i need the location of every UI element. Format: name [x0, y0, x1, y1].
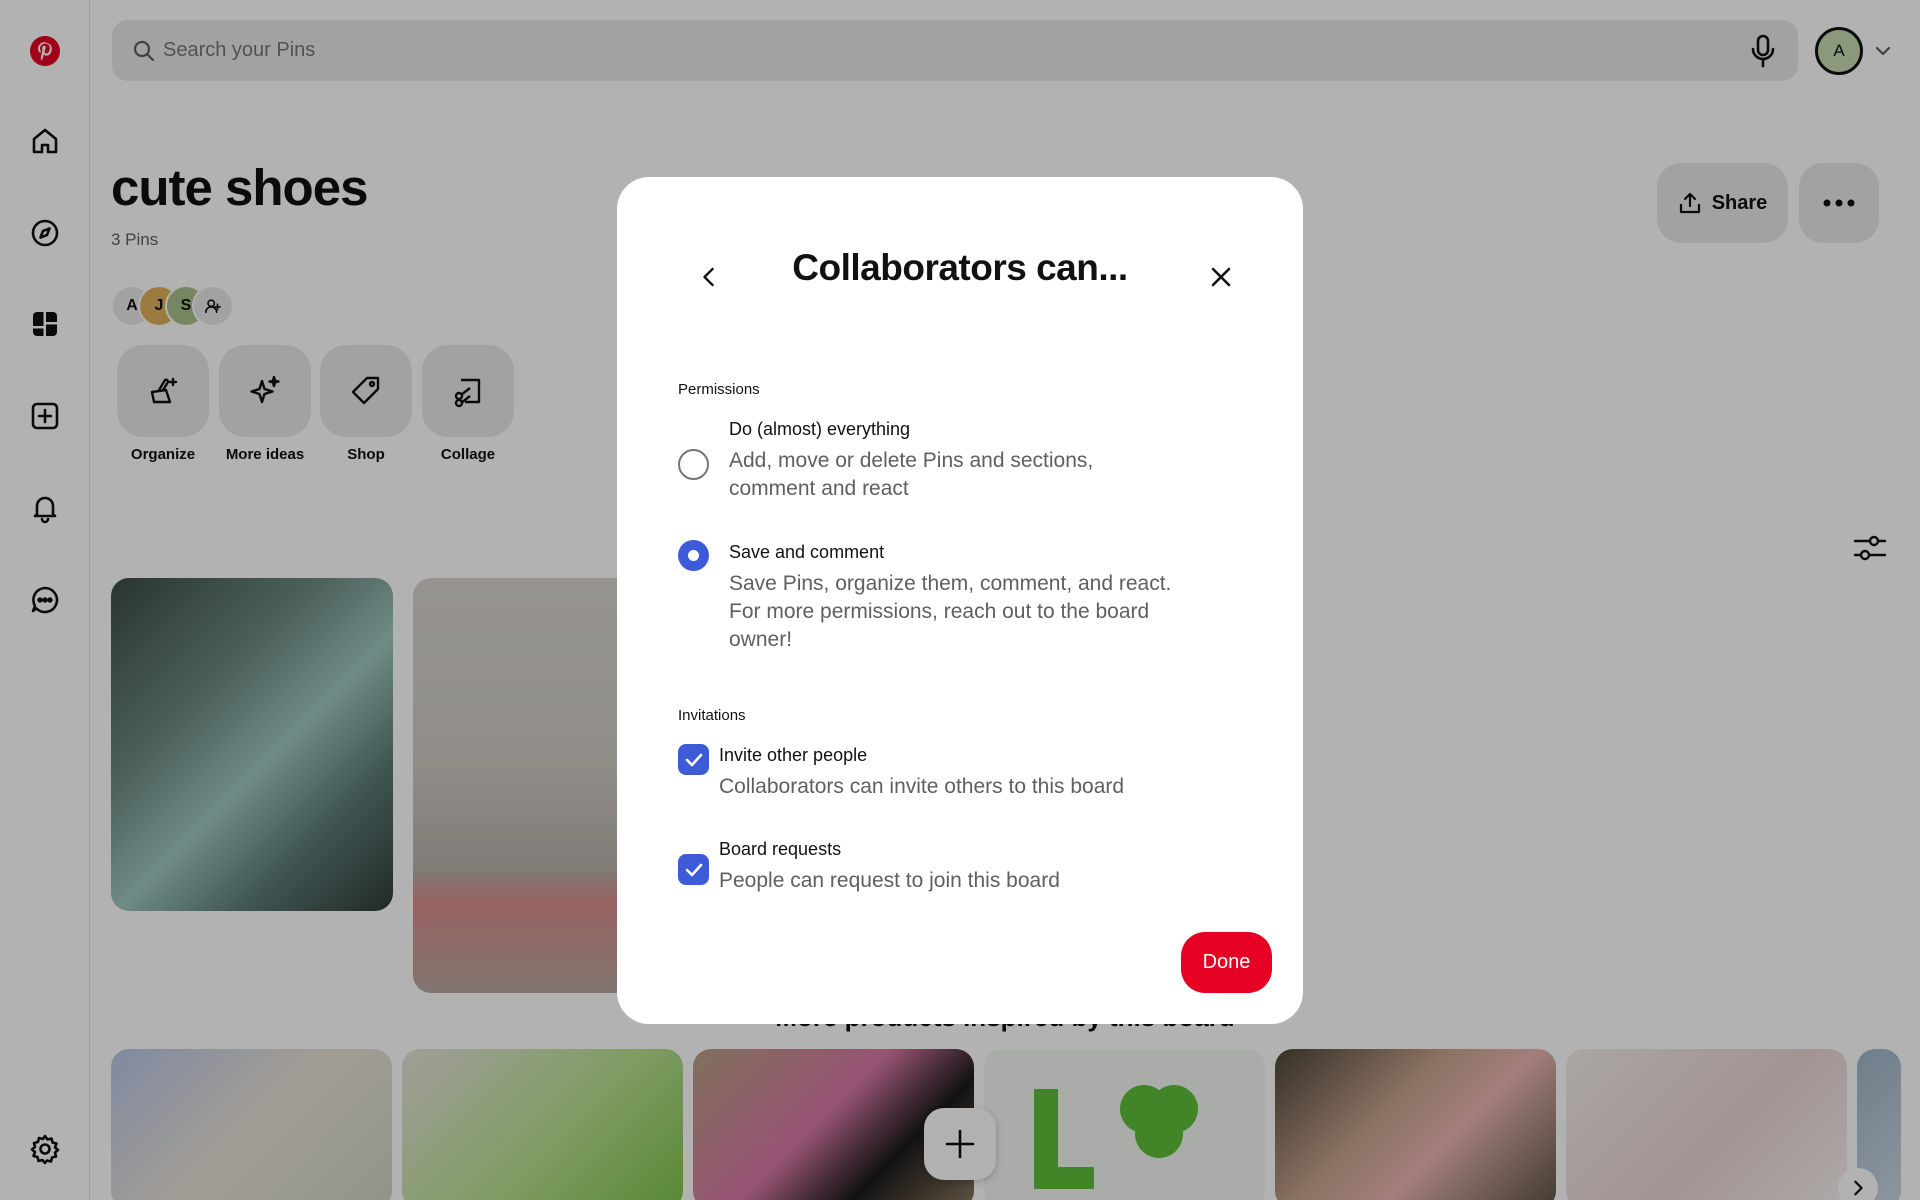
permission-radio-save-comment[interactable]: [678, 540, 709, 571]
invitation-option-title: Invite other people: [719, 745, 868, 765]
invitation-option-desc: People can request to join this board: [719, 869, 1060, 892]
close-button[interactable]: [1201, 257, 1241, 297]
invitations-heading: Invitations: [678, 707, 746, 724]
permission-option-title: Do (almost) everything: [729, 419, 911, 439]
collaborator-permissions-modal: Collaborators can... Permissions Do (alm…: [617, 177, 1303, 1024]
permission-option-title: Save and comment: [729, 542, 885, 562]
permission-radio-everything[interactable]: [678, 449, 709, 480]
permission-option-desc: Add, move or delete Pins and sections,: [729, 449, 1094, 472]
board-requests-checkbox[interactable]: [678, 854, 709, 885]
invite-others-checkbox[interactable]: [678, 744, 709, 775]
permission-option-desc: comment and react: [729, 477, 909, 500]
permissions-heading: Permissions: [678, 381, 760, 398]
invitation-option-title: Board requests: [719, 839, 842, 859]
checkmark-icon: [685, 863, 702, 876]
close-icon: [1211, 267, 1231, 287]
permission-option-desc: Save Pins, organize them, comment, and r…: [729, 572, 1172, 595]
invitation-option-desc: Collaborators can invite others to this …: [719, 775, 1125, 798]
checkmark-icon: [685, 753, 702, 766]
permission-option-desc: For more permissions, reach out to the b…: [729, 600, 1150, 623]
done-button[interactable]: Done: [1181, 932, 1272, 993]
permission-option-desc: owner!: [729, 628, 793, 651]
